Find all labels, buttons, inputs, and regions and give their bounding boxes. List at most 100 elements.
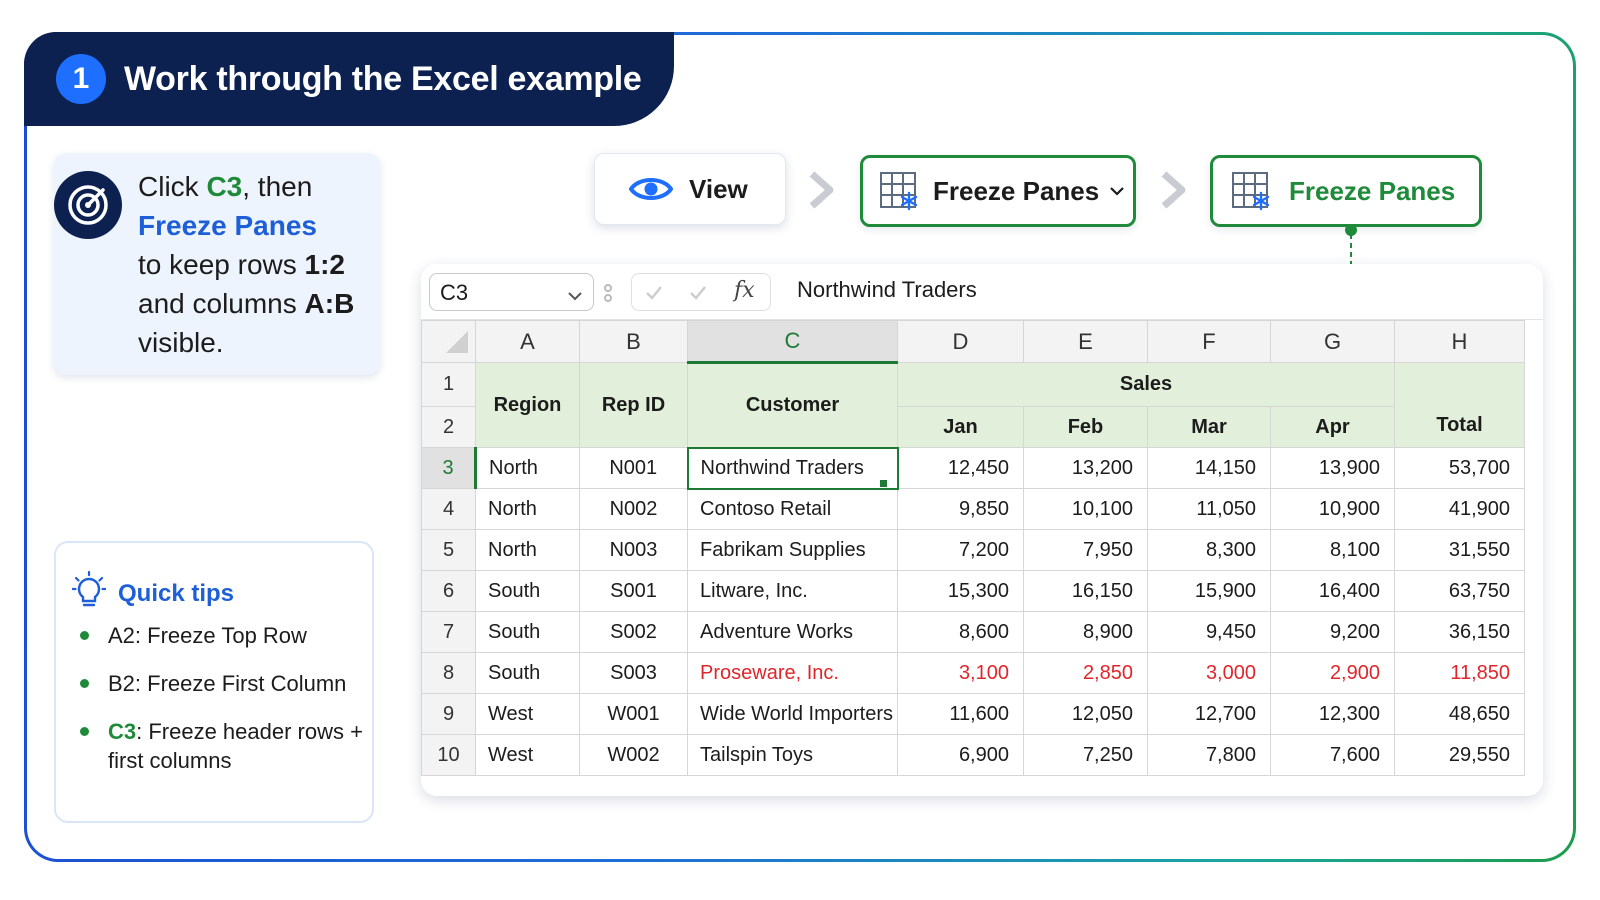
cell-mar[interactable]: 12,700 (1147, 693, 1271, 735)
cell-total[interactable]: 48,650 (1394, 693, 1525, 735)
header-month[interactable]: Feb (1023, 406, 1148, 448)
function-icon[interactable]: fx (734, 278, 755, 303)
column-header-selected[interactable]: C (687, 320, 898, 364)
cell-apr[interactable]: 8,100 (1270, 529, 1395, 571)
column-header[interactable]: H (1394, 320, 1525, 363)
row-header[interactable]: 4 (421, 488, 476, 530)
cell-total[interactable]: 29,550 (1394, 734, 1525, 776)
cell-region[interactable]: West (475, 693, 580, 735)
cell-feb[interactable]: 13,200 (1023, 447, 1148, 489)
cell-rep-id[interactable]: W001 (579, 693, 688, 735)
cell-customer[interactable]: Proseware, Inc. (687, 652, 898, 694)
cell-feb[interactable]: 10,100 (1023, 488, 1148, 530)
cell-total[interactable]: 36,150 (1394, 611, 1525, 653)
row-header[interactable]: 1 (421, 362, 476, 407)
cell-mar[interactable]: 7,800 (1147, 734, 1271, 776)
row-header[interactable]: 2 (421, 406, 476, 448)
cell-apr[interactable]: 2,900 (1270, 652, 1395, 694)
cell-rep-id[interactable]: W002 (579, 734, 688, 776)
cell-feb[interactable]: 2,850 (1023, 652, 1148, 694)
column-header[interactable]: E (1023, 320, 1148, 363)
view-tab-button[interactable]: View (594, 153, 786, 225)
cell-region[interactable]: West (475, 734, 580, 776)
row-header[interactable]: 6 (421, 570, 476, 612)
cell-rep-id[interactable]: N002 (579, 488, 688, 530)
cell-total[interactable]: 63,750 (1394, 570, 1525, 612)
column-header[interactable]: A (475, 320, 580, 363)
drag-handle-icon[interactable] (601, 282, 615, 309)
freeze-panes-menu-button[interactable]: Freeze Panes (860, 155, 1136, 227)
cell-mar[interactable]: 8,300 (1147, 529, 1271, 571)
header-month[interactable]: Jan (897, 406, 1024, 448)
cell-region[interactable]: South (475, 611, 580, 653)
freeze-panes-option[interactable]: Freeze Panes (1210, 155, 1482, 227)
cell-region[interactable]: North (475, 447, 580, 489)
cell-apr[interactable]: 16,400 (1270, 570, 1395, 612)
header-month[interactable]: Mar (1147, 406, 1271, 448)
cell-rep-id[interactable]: N003 (579, 529, 688, 571)
column-header[interactable]: G (1270, 320, 1395, 363)
header-month[interactable]: Apr (1270, 406, 1395, 448)
cell-total[interactable]: 53,700 (1394, 447, 1525, 489)
cancel-icon[interactable] (644, 283, 664, 308)
cell-jan[interactable]: 8,600 (897, 611, 1024, 653)
header-total[interactable]: Total (1394, 362, 1525, 448)
cell-feb[interactable]: 7,950 (1023, 529, 1148, 571)
cell-feb[interactable]: 8,900 (1023, 611, 1148, 653)
cell-total[interactable]: 41,900 (1394, 488, 1525, 530)
cell-rep-id[interactable]: S001 (579, 570, 688, 612)
cell-rep-id[interactable]: S003 (579, 652, 688, 694)
cell-mar[interactable]: 9,450 (1147, 611, 1271, 653)
header-sales[interactable]: Sales (897, 362, 1395, 407)
cell-mar[interactable]: 14,150 (1147, 447, 1271, 489)
column-header[interactable]: B (579, 320, 688, 363)
formula-input[interactable]: Northwind Traders (797, 277, 977, 303)
cell-mar[interactable]: 15,900 (1147, 570, 1271, 612)
cell-rep-id[interactable]: S002 (579, 611, 688, 653)
cell-jan[interactable]: 3,100 (897, 652, 1024, 694)
fill-handle[interactable] (879, 479, 888, 488)
cell-jan[interactable]: 6,900 (897, 734, 1024, 776)
cell-jan[interactable]: 11,600 (897, 693, 1024, 735)
cell-feb[interactable]: 12,050 (1023, 693, 1148, 735)
name-box[interactable]: C3 (429, 273, 594, 311)
cell-region[interactable]: North (475, 529, 580, 571)
cell-jan[interactable]: 15,300 (897, 570, 1024, 612)
row-header[interactable]: 3 (421, 447, 477, 489)
cell-rep-id[interactable]: N001 (579, 447, 688, 489)
header-region[interactable]: Region (475, 362, 580, 448)
header-rep-id[interactable]: Rep ID (579, 362, 688, 448)
cell-apr[interactable]: 12,300 (1270, 693, 1395, 735)
cell-jan[interactable]: 9,850 (897, 488, 1024, 530)
header-customer[interactable]: Customer (687, 362, 898, 448)
row-header[interactable]: 8 (421, 652, 476, 694)
cell-total[interactable]: 11,850 (1394, 652, 1525, 694)
cell-mar[interactable]: 11,050 (1147, 488, 1271, 530)
cell-apr[interactable]: 13,900 (1270, 447, 1395, 489)
cell-customer[interactable]: Contoso Retail (687, 488, 898, 530)
cell-customer[interactable]: Wide World Importers (687, 693, 898, 735)
select-all-corner[interactable] (421, 320, 476, 363)
cell-region[interactable]: South (475, 570, 580, 612)
cell-mar[interactable]: 3,000 (1147, 652, 1271, 694)
cell-apr[interactable]: 7,600 (1270, 734, 1395, 776)
cell-customer[interactable]: Litware, Inc. (687, 570, 898, 612)
column-header[interactable]: D (897, 320, 1024, 363)
cell-jan[interactable]: 12,450 (897, 447, 1024, 489)
cell-feb[interactable]: 7,250 (1023, 734, 1148, 776)
row-header[interactable]: 7 (421, 611, 476, 653)
cell-jan[interactable]: 7,200 (897, 529, 1024, 571)
cell-total[interactable]: 31,550 (1394, 529, 1525, 571)
cell-feb[interactable]: 16,150 (1023, 570, 1148, 612)
cell-apr[interactable]: 10,900 (1270, 488, 1395, 530)
row-header[interactable]: 10 (421, 734, 476, 776)
cell-customer[interactable]: Fabrikam Supplies (687, 529, 898, 571)
column-header[interactable]: F (1147, 320, 1271, 363)
cell-region[interactable]: North (475, 488, 580, 530)
row-header[interactable]: 9 (421, 693, 476, 735)
cell-customer[interactable]: Tailspin Toys (687, 734, 898, 776)
active-cell[interactable]: Northwind Traders (686, 446, 899, 490)
check-icon[interactable] (688, 283, 708, 308)
cell-customer[interactable]: Adventure Works (687, 611, 898, 653)
row-header[interactable]: 5 (421, 529, 476, 571)
